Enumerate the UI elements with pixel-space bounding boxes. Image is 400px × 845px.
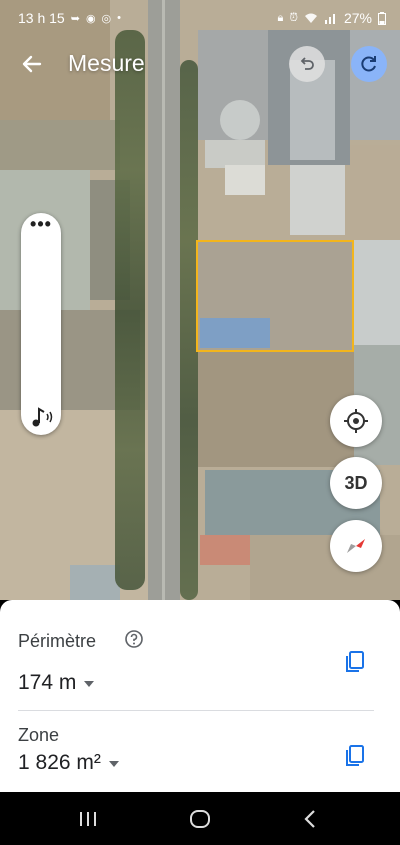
battery-icon	[378, 11, 386, 25]
status-time: 13 h 15	[18, 10, 65, 26]
perimeter-value: 174 m	[18, 671, 77, 694]
navigation-bar	[0, 792, 400, 845]
perimeter-unit-dropdown[interactable]: 174 m	[18, 671, 95, 695]
dot-icon: •	[117, 12, 122, 24]
terrain-patch	[0, 120, 120, 170]
wifi-icon	[304, 13, 317, 23]
back-button[interactable]	[14, 46, 50, 82]
signal-icon	[324, 14, 335, 24]
help-circle-icon[interactable]	[124, 629, 144, 649]
divider	[18, 710, 374, 711]
page-title: Mesure	[68, 50, 145, 76]
building-roof	[290, 165, 345, 235]
copy-icon[interactable]	[343, 743, 367, 769]
home-icon[interactable]	[187, 806, 213, 832]
building-roof	[205, 140, 265, 168]
building-roof	[200, 535, 250, 565]
compass-button[interactable]	[330, 520, 382, 572]
back-nav-icon[interactable]	[298, 806, 324, 832]
caret-down-icon	[108, 761, 119, 767]
more-horizontal-icon[interactable]: •••	[21, 215, 61, 233]
compass-icon	[347, 539, 365, 553]
recent-apps-icon[interactable]	[75, 806, 101, 832]
building-roof	[354, 240, 400, 350]
perimeter-label: Périmètre	[18, 631, 97, 651]
alarm-icon: ⏰︎	[289, 11, 298, 24]
music-note-icon[interactable]	[27, 405, 55, 429]
redo-button[interactable]	[351, 46, 387, 82]
road-marking	[162, 0, 165, 600]
status-bar: 13 h 15 ➥ ◉ ◎ • 🔒︎ ⏰︎ 27%	[0, 0, 400, 36]
copy-icon[interactable]	[343, 649, 367, 675]
lock-icon: 🔒︎	[277, 11, 284, 24]
my-location-button[interactable]	[330, 395, 382, 447]
caret-down-icon	[84, 681, 95, 687]
measurement-sheet: Périmètre 174 m Zone 1 826 m²	[0, 600, 400, 792]
app-bar: Mesure	[0, 40, 400, 90]
whatsapp-icon: ◎	[101, 12, 112, 25]
building-roof	[70, 565, 120, 600]
notification-icon: ➥	[70, 12, 80, 25]
silo	[220, 100, 260, 140]
my-location-icon	[344, 409, 368, 433]
audio-slider-panel[interactable]: •••	[21, 213, 61, 435]
tree-line	[115, 30, 145, 590]
measurement-polygon[interactable]	[196, 240, 354, 352]
undo-button[interactable]	[289, 46, 325, 82]
building-roof	[225, 165, 265, 195]
arrow-back-icon	[22, 55, 42, 73]
chrome-icon: ◉	[85, 12, 96, 25]
area-unit-dropdown[interactable]: 1 826 m²	[18, 751, 119, 775]
battery-level: 27%	[343, 10, 372, 26]
undo-icon	[300, 57, 314, 70]
redo-icon	[361, 56, 376, 72]
view-3d-button[interactable]: 3D	[330, 457, 382, 509]
terrain-patch	[198, 352, 354, 467]
area-label: Zone	[18, 725, 60, 745]
area-value: 1 826 m²	[18, 751, 101, 774]
terrain-patch	[350, 145, 400, 240]
